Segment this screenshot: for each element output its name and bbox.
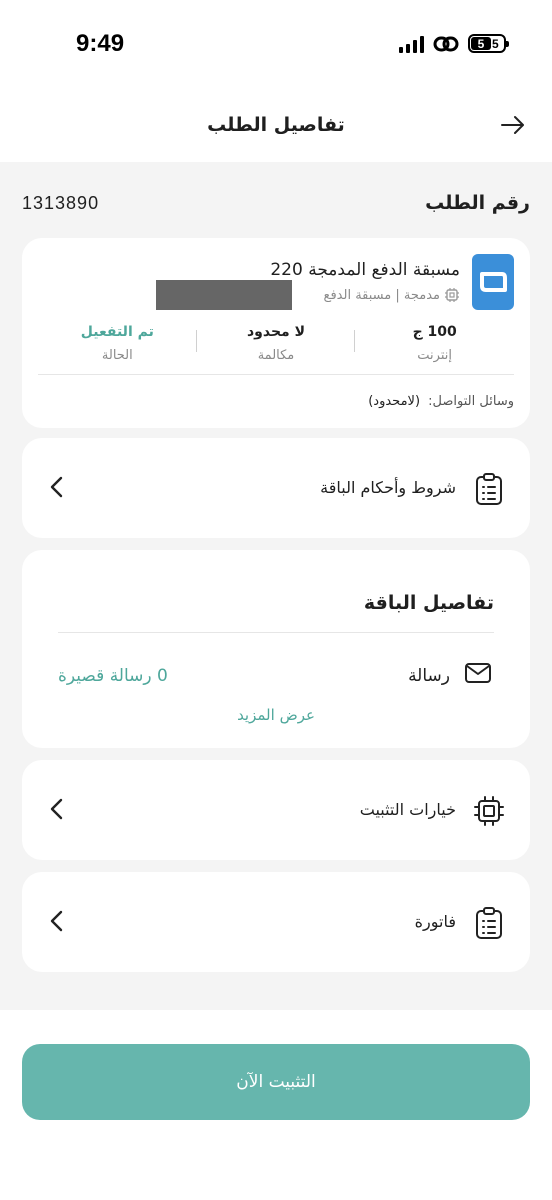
envelope-icon bbox=[465, 663, 491, 683]
page-title: تفاصيل الطلب bbox=[207, 114, 345, 136]
signal-icon bbox=[399, 35, 424, 53]
plan-subtitle-row: مدمجة | مسبقة الدفع bbox=[324, 287, 460, 303]
operator-logo-icon bbox=[472, 254, 514, 310]
clipboard-icon bbox=[476, 907, 502, 939]
chevron-left-icon bbox=[50, 798, 63, 820]
redacted-block bbox=[156, 280, 292, 310]
chip-icon bbox=[445, 288, 459, 302]
plan-divider bbox=[38, 374, 514, 375]
message-label: رسالة bbox=[408, 666, 450, 686]
status-bar: 9:49 5 5 bbox=[0, 0, 552, 90]
stat-internet: 100 ج إنترنت bbox=[412, 324, 457, 363]
install-options-card[interactable]: خيارات التثبيت bbox=[22, 760, 530, 860]
plan-details-card: تفاصيل الباقة رسالة 0 رسالة قصيرة عرض ال… bbox=[22, 550, 530, 748]
order-number-row: رقم الطلب 1313890 bbox=[22, 192, 530, 220]
order-number-label: رقم الطلب bbox=[425, 192, 530, 214]
chevron-left-icon bbox=[50, 476, 63, 498]
plan-stats: 100 ج إنترنت لا محدود مكالمة تم التفعيل … bbox=[38, 324, 514, 368]
invoice-card[interactable]: فاتورة bbox=[22, 872, 530, 972]
stat-status: تم التفعيل الحالة bbox=[38, 324, 197, 368]
status-time: 9:49 bbox=[76, 30, 125, 57]
bottom-bar: التثبيت الآن bbox=[0, 1010, 552, 1200]
status-icons: 5 5 bbox=[399, 34, 509, 53]
chip-icon bbox=[474, 796, 504, 826]
battery-icon: 5 5 bbox=[468, 34, 509, 53]
contact-label: وسائل التواصل: bbox=[428, 394, 514, 409]
order-number-value: 1313890 bbox=[22, 193, 100, 213]
contact-value: (لامحدود) bbox=[368, 394, 421, 409]
invoice-label: فاتورة bbox=[414, 912, 456, 931]
message-value: 0 رسالة قصيرة bbox=[58, 666, 168, 686]
stat-calls: لا محدود مكالمة bbox=[197, 324, 356, 368]
link-icon bbox=[433, 36, 459, 51]
contact-row: وسائل التواصل: (لامحدود) bbox=[368, 394, 514, 409]
back-arrow-icon[interactable] bbox=[500, 112, 526, 138]
details-divider bbox=[58, 632, 494, 633]
clipboard-icon bbox=[476, 473, 502, 505]
show-more-link[interactable]: عرض المزيد bbox=[22, 706, 530, 724]
terms-label: شروط وأحكام الباقة bbox=[320, 478, 456, 497]
install-now-button[interactable]: التثبيت الآن bbox=[22, 1044, 530, 1120]
plan-subtitle: مدمجة | مسبقة الدفع bbox=[323, 287, 440, 303]
plan-name: مسبقة الدفع المدمجة 220 bbox=[270, 260, 460, 280]
chevron-left-icon bbox=[50, 910, 63, 932]
terms-card[interactable]: شروط وأحكام الباقة bbox=[22, 438, 530, 538]
page-header: تفاصيل الطلب bbox=[0, 90, 552, 162]
plan-card: مسبقة الدفع المدمجة 220 مدمجة | مسبقة ال… bbox=[22, 238, 530, 428]
install-options-label: خيارات التثبيت bbox=[359, 800, 456, 819]
plan-details-title: تفاصيل الباقة bbox=[363, 592, 494, 614]
main-content: رقم الطلب 1313890 مسبقة الدفع المدمجة 22… bbox=[0, 162, 552, 1010]
